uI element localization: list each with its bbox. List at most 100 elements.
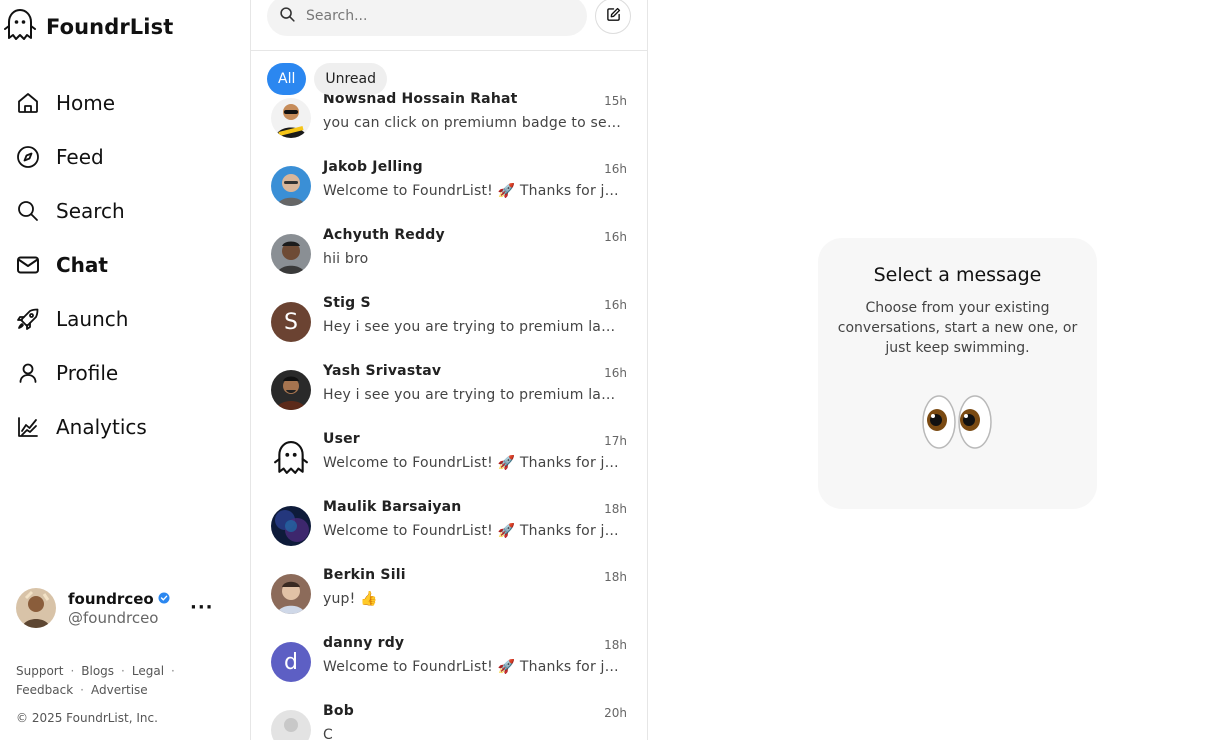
conversation-name: danny rdy xyxy=(323,635,405,651)
footer-link-legal[interactable]: Legal xyxy=(132,664,164,678)
empty-state-description: Choose from your existing conversations,… xyxy=(837,300,1078,356)
conversation-item[interactable]: Maulik Barsaiyan 18h Welcome to FoundrLi… xyxy=(251,490,647,558)
avatar xyxy=(16,588,56,628)
conversation-preview: Welcome to FoundrList! 🚀 Thanks for join… xyxy=(323,659,623,675)
conversation-item[interactable]: Achyuth Reddy 16h hii bro xyxy=(251,218,647,286)
nav-item-launch[interactable]: Launch xyxy=(14,292,147,346)
search-input[interactable] xyxy=(306,8,546,24)
footer-link-blogs[interactable]: Blogs xyxy=(81,664,114,678)
tab-all[interactable]: All xyxy=(267,63,307,95)
conversation-preview: hii bro xyxy=(323,251,369,267)
footer-link-feedback[interactable]: Feedback xyxy=(16,683,73,697)
conversation-name: Jakob Jelling xyxy=(323,159,423,175)
footer-link-advertise[interactable]: Advertise xyxy=(91,683,148,697)
conversation-preview: Welcome to FoundrList! 🚀 Thanks for join… xyxy=(323,455,623,471)
conversation-item[interactable]: Jakob Jelling 16h Welcome to FoundrList!… xyxy=(251,150,647,218)
avatar: d xyxy=(271,642,311,682)
nav-label: Analytics xyxy=(56,415,147,439)
conversation-item[interactable]: Bob 20h C xyxy=(251,694,647,740)
user-icon xyxy=(14,359,42,387)
avatar-letter: S xyxy=(284,309,298,335)
conversation-time: 18h xyxy=(604,502,627,516)
ghost-icon xyxy=(274,441,308,474)
conversation-preview: Welcome to FoundrList! 🚀 Thanks for join… xyxy=(323,183,623,199)
edit-icon xyxy=(606,7,621,26)
nav-item-analytics[interactable]: Analytics xyxy=(14,400,147,454)
default-user-icon xyxy=(284,718,298,732)
avatar xyxy=(271,710,311,740)
user-name: foundrceo xyxy=(68,590,170,608)
conversation-time: 20h xyxy=(604,706,627,720)
conversation-time: 18h xyxy=(604,638,627,652)
home-icon xyxy=(14,89,42,117)
footer-links: Support · Blogs · Legal · Feedback · Advertise xyxy=(16,664,175,697)
nav-label: Search xyxy=(56,199,125,223)
compass-icon xyxy=(14,143,42,171)
main-nav: Home Feed Search Chat Launch Profile Ana… xyxy=(14,76,147,454)
nav-item-home[interactable]: Home xyxy=(14,76,147,130)
nav-item-profile[interactable]: Profile xyxy=(14,346,147,400)
conversation-preview: Hey i see you are trying to premium laun… xyxy=(323,387,623,403)
conversation-name: Bob xyxy=(323,703,354,719)
avatar xyxy=(271,506,311,546)
user-handle: @foundrceo xyxy=(68,609,159,627)
nav-item-chat[interactable]: Chat xyxy=(14,238,147,292)
verified-badge-icon xyxy=(158,590,170,608)
conversation-item[interactable]: Yash Srivastav 16h Hey i see you are try… xyxy=(251,354,647,422)
conversation-preview: C xyxy=(323,727,333,740)
nav-label: Home xyxy=(56,91,116,115)
nav-label: Profile xyxy=(56,361,119,385)
avatar xyxy=(271,166,311,206)
brand-name: FoundrList xyxy=(46,15,174,39)
conversation-time: 16h xyxy=(604,298,627,312)
avatar xyxy=(271,98,311,138)
search-icon xyxy=(279,6,296,27)
conversation-time: 18h xyxy=(604,570,627,584)
nav-label: Feed xyxy=(56,145,104,169)
nav-label: Chat xyxy=(56,253,108,277)
avatar xyxy=(271,370,311,410)
user-name-text: foundrceo xyxy=(68,590,154,608)
avatar xyxy=(271,574,311,614)
chart-icon xyxy=(14,413,42,441)
rocket-icon xyxy=(14,305,42,333)
more-options-button[interactable]: ··· xyxy=(190,597,214,618)
conversation-preview: Welcome to FoundrList! 🚀 Thanks for join… xyxy=(323,523,623,539)
tab-unread[interactable]: Unread xyxy=(314,63,388,95)
conversation-item[interactable]: User 17h Welcome to FoundrList! 🚀 Thanks… xyxy=(251,422,647,490)
empty-state-title: Select a message xyxy=(873,264,1042,286)
current-user-card[interactable]: foundrceo @foundrceo ··· xyxy=(16,587,216,629)
empty-state-card: Select a message Choose from your existi… xyxy=(818,238,1097,509)
conversation-name: Yash Srivastav xyxy=(323,363,442,379)
ghost-logo-icon xyxy=(4,8,36,46)
eyes-icon xyxy=(818,392,1097,452)
conversation-item[interactable]: d danny rdy 18h Welcome to FoundrList! 🚀… xyxy=(251,626,647,694)
avatar xyxy=(271,234,311,274)
avatar: S xyxy=(271,302,311,342)
chat-filter-tabs: All Unread xyxy=(267,63,388,95)
footer-link-support[interactable]: Support xyxy=(16,664,63,678)
nav-item-feed[interactable]: Feed xyxy=(14,130,147,184)
conversation-time: 16h xyxy=(604,230,627,244)
search-icon xyxy=(14,197,42,225)
conversation-preview: yup! 👍 xyxy=(323,591,378,607)
conversation-preview: Hey i see you are trying to premium laun… xyxy=(323,319,623,335)
conversation-item[interactable]: S Stig S 16h Hey i see you are trying to… xyxy=(251,286,647,354)
divider xyxy=(251,50,647,51)
conversation-name: Maulik Barsaiyan xyxy=(323,499,462,515)
conversation-name: Stig S xyxy=(323,295,371,311)
conversation-item[interactable]: Berkin Sili 18h yup! 👍 xyxy=(251,558,647,626)
nav-item-search[interactable]: Search xyxy=(14,184,147,238)
chat-list-panel: All Unread Nowshad Hossain Rahat 15h you… xyxy=(251,0,648,740)
mail-icon xyxy=(14,251,42,279)
compose-button[interactable] xyxy=(595,0,631,34)
conversation-name: Berkin Sili xyxy=(323,567,406,583)
brand[interactable]: FoundrList xyxy=(4,8,173,46)
copyright: © 2025 FoundrList, Inc. xyxy=(16,711,158,725)
search-box[interactable] xyxy=(267,0,587,36)
nav-label: Launch xyxy=(56,307,129,331)
avatar-letter: d xyxy=(284,649,298,675)
conversation-time: 16h xyxy=(604,162,627,176)
conversation-preview: you can click on premiumn badge to see f… xyxy=(323,115,623,131)
conversation-name: Achyuth Reddy xyxy=(323,227,445,243)
